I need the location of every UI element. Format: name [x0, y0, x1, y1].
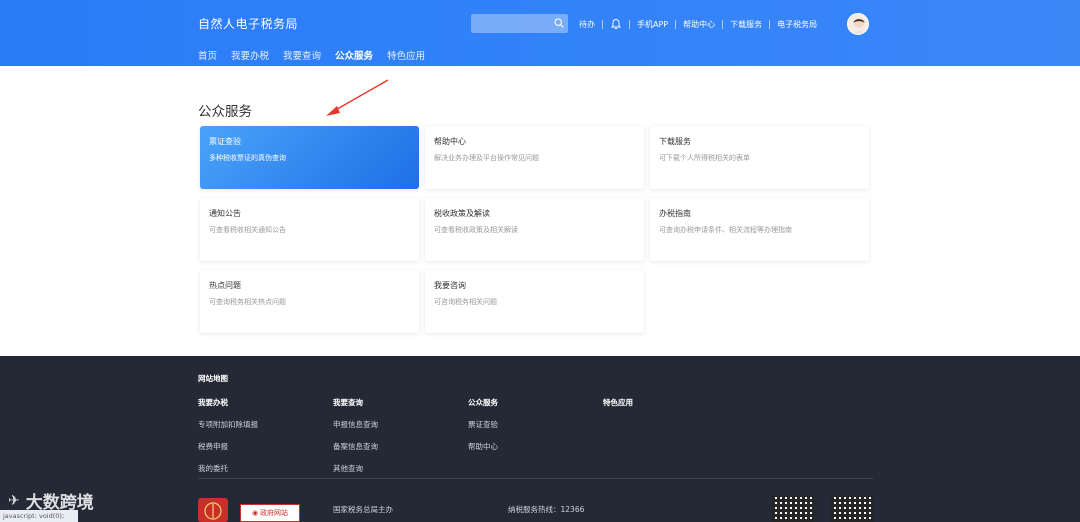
- site-map-title: 网站地图: [198, 374, 228, 383]
- section-title: 公众服务: [198, 104, 252, 120]
- download-service-link[interactable]: 下载服务: [730, 19, 762, 30]
- card-hot-questions[interactable]: 热点问题 可查询税务相关热点问题: [200, 270, 419, 333]
- footer-col-heading: 我要查询: [333, 398, 363, 407]
- card-desc: 可查询办税申请条件、相关流程等办理指南: [659, 226, 792, 234]
- footer-col-heading: 特色应用: [603, 398, 633, 407]
- nav-tax-handling[interactable]: 我要办税: [231, 48, 269, 68]
- gov-website-badge[interactable]: ◉ 政府网站: [240, 504, 300, 522]
- nav-home[interactable]: 首页: [198, 48, 217, 68]
- national-emblem-icon: [198, 498, 228, 522]
- card-help-center[interactable]: 帮助中心 解决业务办理及平台操作常见问题: [425, 126, 644, 189]
- hotline-text: 纳税服务热线：12366: [508, 505, 585, 514]
- divider: [675, 19, 677, 29]
- gov-badge-label: 政府网站: [260, 509, 289, 517]
- footer-link[interactable]: 其他查询: [333, 463, 378, 474]
- footer-link[interactable]: 申报信息查询: [333, 419, 378, 430]
- card-desc: 可下载个人所得税相关的表单: [659, 154, 750, 162]
- top-links: 待办 手机APP 帮助中心 下载服务 电子税务局: [579, 18, 817, 30]
- card-title: 税收政策及解读: [434, 209, 490, 218]
- card-desc: 可查询税务相关热点问题: [209, 298, 286, 306]
- card-ticket-verify[interactable]: 票证查验 多种税收票证的真伪查询: [200, 126, 419, 189]
- e-tax-bureau-link[interactable]: 电子税务局: [777, 19, 817, 30]
- footer-link[interactable]: 我的委托: [198, 463, 258, 474]
- browser-status-bar: javascript: void(0);: [0, 510, 78, 522]
- card-title: 票证查验: [209, 137, 241, 146]
- help-center-link[interactable]: 帮助中心: [683, 19, 715, 30]
- bell-icon[interactable]: [610, 18, 622, 30]
- footer-link[interactable]: 税费申报: [198, 441, 258, 452]
- card-title: 我要咨询: [434, 281, 466, 290]
- footer-link[interactable]: 票证查验: [468, 419, 498, 430]
- footer-col-heading: 公众服务: [468, 398, 498, 407]
- footer-col-tax-handling: 我要办税 专项附加扣除填报 税费申报 我的委托: [198, 397, 258, 485]
- divider: [722, 19, 724, 29]
- todo-link[interactable]: 待办: [579, 19, 595, 30]
- card-tax-guide[interactable]: 办税指南 可查询办税申请条件、相关流程等办理指南: [650, 198, 869, 261]
- card-tax-policy[interactable]: 税收政策及解读 可查看税收政策及相关解读: [425, 198, 644, 261]
- card-title: 帮助中心: [434, 137, 466, 146]
- card-download-service[interactable]: 下载服务 可下载个人所得税相关的表单: [650, 126, 869, 189]
- card-desc: 可查看税收相关通知公告: [209, 226, 286, 234]
- footer-col-query: 我要查询 申报信息查询 备案信息查询 其他查询: [333, 397, 378, 485]
- card-announcements[interactable]: 通知公告 可查看税收相关通知公告: [200, 198, 419, 261]
- host-text: 国家税务总局主办: [333, 505, 393, 514]
- qr-code-icon: [831, 496, 873, 522]
- divider: [602, 19, 603, 29]
- nav-special-apps[interactable]: 特色应用: [387, 48, 425, 68]
- footer-col-special-apps: 特色应用: [603, 397, 633, 419]
- card-desc: 可咨询税务相关问题: [434, 298, 497, 306]
- user-avatar-icon: [848, 14, 868, 34]
- red-arrow-icon: [326, 79, 389, 116]
- divider: [629, 19, 630, 29]
- search-box: [471, 14, 568, 36]
- watermark-logo-icon: ✈: [8, 492, 20, 509]
- footer-link[interactable]: 备案信息查询: [333, 441, 378, 452]
- card-desc: 可查看税收政策及相关解读: [434, 226, 518, 234]
- card-desc: 多种税收票证的真伪查询: [209, 154, 286, 162]
- card-title: 热点问题: [209, 281, 241, 290]
- qr-code-icon: [772, 496, 814, 522]
- mobile-app-link[interactable]: 手机APP: [637, 19, 668, 30]
- search-icon[interactable]: [554, 18, 564, 28]
- nav-public-service[interactable]: 公众服务: [335, 48, 374, 68]
- footer-col-heading: 我要办税: [198, 398, 228, 407]
- gov-badge-icon: ◉: [251, 509, 259, 517]
- card-desc: 解决业务办理及平台操作常见问题: [434, 154, 539, 162]
- card-title: 下载服务: [659, 137, 691, 146]
- main-nav: 首页 我要办税 我要查询 公众服务 特色应用: [198, 48, 425, 68]
- page: 自然人电子税务局 首页 我要办税 我要查询 公众服务 特色应用 待办 手机APP: [0, 0, 1080, 522]
- divider: [769, 19, 771, 29]
- footer-link[interactable]: 专项附加扣除填报: [198, 419, 258, 430]
- top-header: 自然人电子税务局 首页 我要办税 我要查询 公众服务 特色应用 待办 手机APP: [0, 0, 1080, 68]
- footer-divider: [198, 478, 873, 479]
- card-title: 通知公告: [209, 209, 241, 218]
- avatar[interactable]: [847, 13, 869, 35]
- site-title[interactable]: 自然人电子税务局: [198, 15, 298, 32]
- nav-query[interactable]: 我要查询: [283, 48, 321, 68]
- footer: 网站地图 我要办税 专项附加扣除填报 税费申报 我的委托 我要查询 申报信息查询…: [0, 356, 1080, 522]
- footer-col-public-service: 公众服务 票证查验 帮助中心: [468, 397, 498, 463]
- footer-link[interactable]: 帮助中心: [468, 441, 498, 452]
- card-consultation[interactable]: 我要咨询 可咨询税务相关问题: [425, 270, 644, 333]
- search-input[interactable]: [471, 16, 551, 36]
- card-title: 办税指南: [659, 209, 691, 218]
